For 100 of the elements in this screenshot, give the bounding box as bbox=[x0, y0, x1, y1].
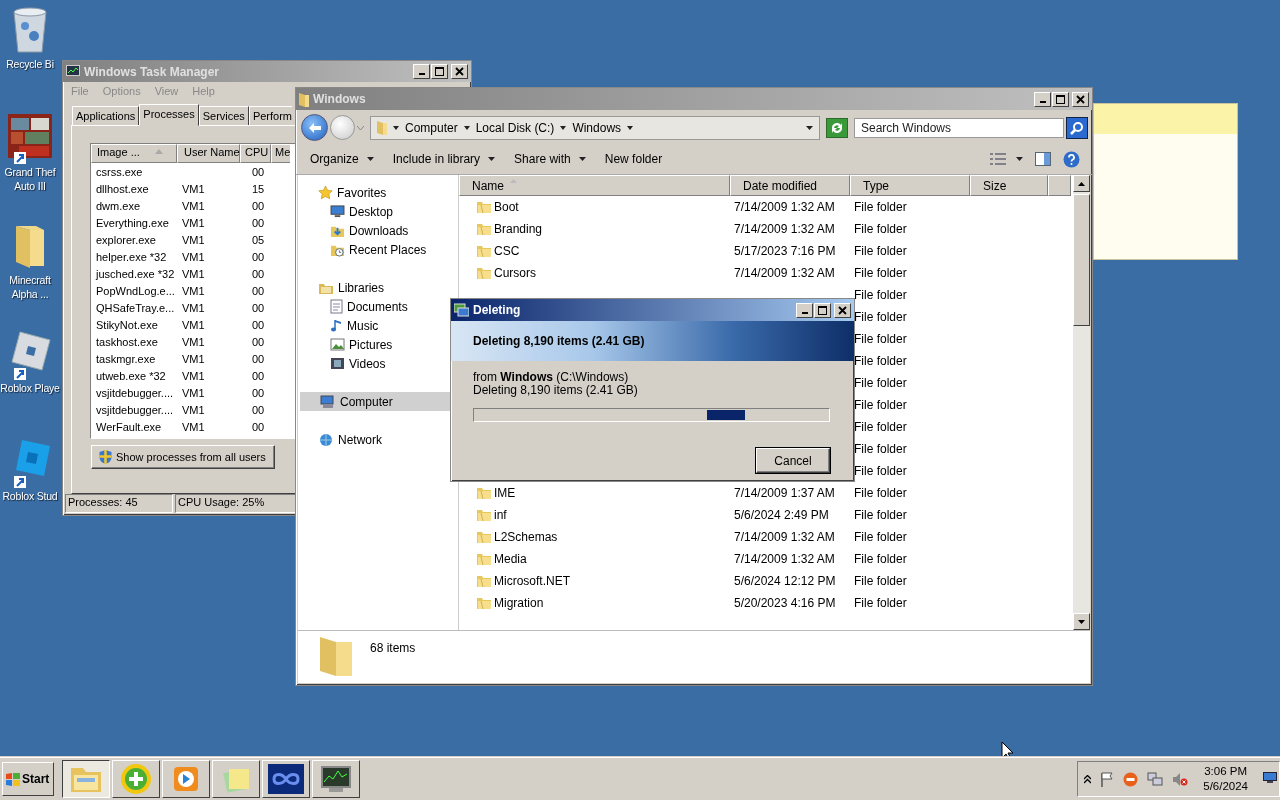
navigation-item[interactable]: Downloads bbox=[298, 221, 458, 240]
scroll-down-icon bbox=[1078, 619, 1085, 624]
table-cell-text: QHSafeTray.e... bbox=[95, 301, 176, 314]
file-name[interactable]: inf bbox=[494, 508, 507, 522]
monitor-icon bbox=[1263, 771, 1277, 784]
desktop-shortcut[interactable]: Recycle Bi bbox=[0, 6, 60, 71]
folder-icon bbox=[299, 91, 309, 107]
breadcrumb-item[interactable]: Windows bbox=[572, 120, 622, 135]
table-cell-text: File folder bbox=[853, 332, 908, 346]
toolbar-button[interactable]: Share with bbox=[506, 148, 594, 170]
caret-icon bbox=[393, 125, 399, 130]
file-name[interactable]: Boot bbox=[494, 200, 519, 214]
minimize-button[interactable] bbox=[796, 302, 813, 318]
shield-icon bbox=[99, 450, 112, 465]
table-cell: VM1 bbox=[182, 267, 205, 280]
scrollbar[interactable] bbox=[1073, 175, 1090, 630]
search-button[interactable] bbox=[1066, 116, 1088, 139]
task-manager-icon bbox=[319, 764, 353, 794]
toolbar-button[interactable]: New folder bbox=[596, 148, 671, 170]
desktop-shortcut[interactable]: Roblox Playe bbox=[0, 330, 60, 395]
film-icon bbox=[330, 357, 345, 370]
maximize-button[interactable] bbox=[814, 302, 831, 318]
desktop-shortcut[interactable]: Grand Thef Auto III bbox=[0, 114, 60, 193]
file-name[interactable]: Cursors bbox=[494, 266, 536, 280]
toolbar-button[interactable]: Include in library bbox=[384, 148, 504, 170]
file-name[interactable]: Migration bbox=[494, 596, 544, 610]
table-cell: VM1 bbox=[182, 284, 205, 297]
breadcrumb-item[interactable]: Computer bbox=[405, 120, 458, 135]
table-cell-text: 00 bbox=[251, 318, 266, 331]
flag-icon[interactable] bbox=[1100, 771, 1115, 787]
maximize-icon bbox=[1056, 94, 1065, 104]
column-header[interactable]: CPU bbox=[240, 144, 271, 164]
file-name[interactable]: Media bbox=[494, 552, 527, 566]
scrollbar-thumb[interactable] bbox=[1073, 194, 1090, 326]
navigation-item[interactable]: Desktop bbox=[298, 202, 458, 221]
back-button[interactable] bbox=[301, 114, 328, 141]
toolbar-button[interactable]: Organize bbox=[302, 148, 382, 170]
file-name[interactable]: IME bbox=[494, 486, 516, 500]
table-cell-text: taskhost.exe bbox=[95, 335, 159, 348]
table-cell-text: File folder bbox=[853, 442, 908, 456]
desktop-icon bbox=[330, 205, 345, 218]
minimize-icon bbox=[801, 311, 808, 314]
tab[interactable]: Applications bbox=[72, 106, 140, 127]
table-cell: 5/17/2023 7:16 PM bbox=[734, 244, 836, 258]
address-bar[interactable]: Computer Local Disk (C:) Windows bbox=[370, 115, 820, 140]
cancel-button[interactable]: Cancel bbox=[756, 448, 830, 473]
search-field[interactable]: Search Windows bbox=[854, 117, 1064, 138]
tab[interactable]: Processes bbox=[139, 104, 199, 127]
table-cell-text: 00 bbox=[251, 267, 266, 280]
column-header[interactable]: Type bbox=[850, 175, 970, 196]
desktop-shortcut[interactable]: Minecraft Alpha ... bbox=[0, 222, 60, 301]
folder-icon bbox=[476, 265, 492, 281]
table-cell-text: File folder bbox=[853, 596, 908, 610]
column-header[interactable]: Date modified bbox=[730, 175, 850, 196]
column-header[interactable]: Me bbox=[271, 144, 291, 164]
chevron-up-icon[interactable] bbox=[1084, 774, 1092, 784]
table-cell-text: PopWndLog.e... bbox=[95, 284, 176, 297]
column-header[interactable]: Name bbox=[459, 175, 730, 196]
table-cell: VM1 bbox=[182, 335, 205, 348]
task-manager-icon bbox=[66, 65, 80, 79]
icon-label: Roblox Stud bbox=[2, 489, 58, 503]
table-cell-text: File folder bbox=[853, 508, 908, 522]
tab[interactable]: Services bbox=[198, 106, 249, 127]
column-header[interactable]: Size bbox=[970, 175, 1048, 196]
icon-label: Alpha ... bbox=[11, 287, 49, 301]
column-header[interactable]: User Name bbox=[177, 144, 240, 164]
network-icon[interactable] bbox=[1147, 771, 1164, 787]
refresh-icon bbox=[830, 121, 844, 134]
refresh-button[interactable] bbox=[826, 117, 848, 138]
navigation-item[interactable]: Favorites bbox=[298, 183, 458, 202]
close-button[interactable] bbox=[834, 302, 851, 318]
taskbar-button[interactable] bbox=[62, 760, 110, 798]
table-cell-text: vsjitdebugger.... bbox=[95, 386, 175, 399]
table-cell-text: 05 bbox=[251, 233, 266, 246]
clock[interactable]: 3:06 PM 5/6/2024 bbox=[1197, 764, 1252, 794]
navigation-item[interactable]: Libraries bbox=[298, 278, 458, 297]
table-cell-text: 00 bbox=[251, 284, 266, 297]
file-name[interactable]: Branding bbox=[494, 222, 543, 236]
stop-icon[interactable] bbox=[1123, 771, 1139, 787]
help-icon bbox=[1063, 150, 1080, 168]
table-cell-text: File folder bbox=[853, 530, 908, 544]
window-title: Windows Task Manager bbox=[84, 64, 221, 79]
scroll-up-button[interactable] bbox=[1073, 175, 1090, 192]
muted-speaker-icon[interactable] bbox=[1172, 771, 1189, 787]
file-name[interactable]: L2Schemas bbox=[494, 530, 558, 544]
tab[interactable]: Perform bbox=[248, 106, 292, 127]
file-name[interactable]: Microsoft.NET bbox=[494, 574, 570, 588]
file-name[interactable]: CSC bbox=[494, 244, 520, 258]
progress-text: Deleting 8,190 items (2.41 GB) bbox=[473, 384, 639, 397]
navigation-item[interactable]: Recent Places bbox=[298, 240, 458, 259]
preview-pane-icon bbox=[1035, 152, 1051, 166]
breadcrumb-item[interactable]: Local Disk (C:) bbox=[475, 120, 555, 135]
maximize-icon bbox=[818, 305, 827, 315]
start-button[interactable]: Start bbox=[2, 762, 54, 796]
table-cell-text: 15 bbox=[251, 182, 266, 195]
table-cell-text: explorer.exe bbox=[95, 233, 157, 246]
scroll-down-button[interactable] bbox=[1073, 613, 1090, 630]
show-all-processes-button[interactable]: Show processes from all users bbox=[91, 445, 275, 470]
column-header[interactable]: Image ... bbox=[91, 144, 177, 164]
desktop-shortcut[interactable]: Roblox Stud bbox=[0, 438, 60, 503]
